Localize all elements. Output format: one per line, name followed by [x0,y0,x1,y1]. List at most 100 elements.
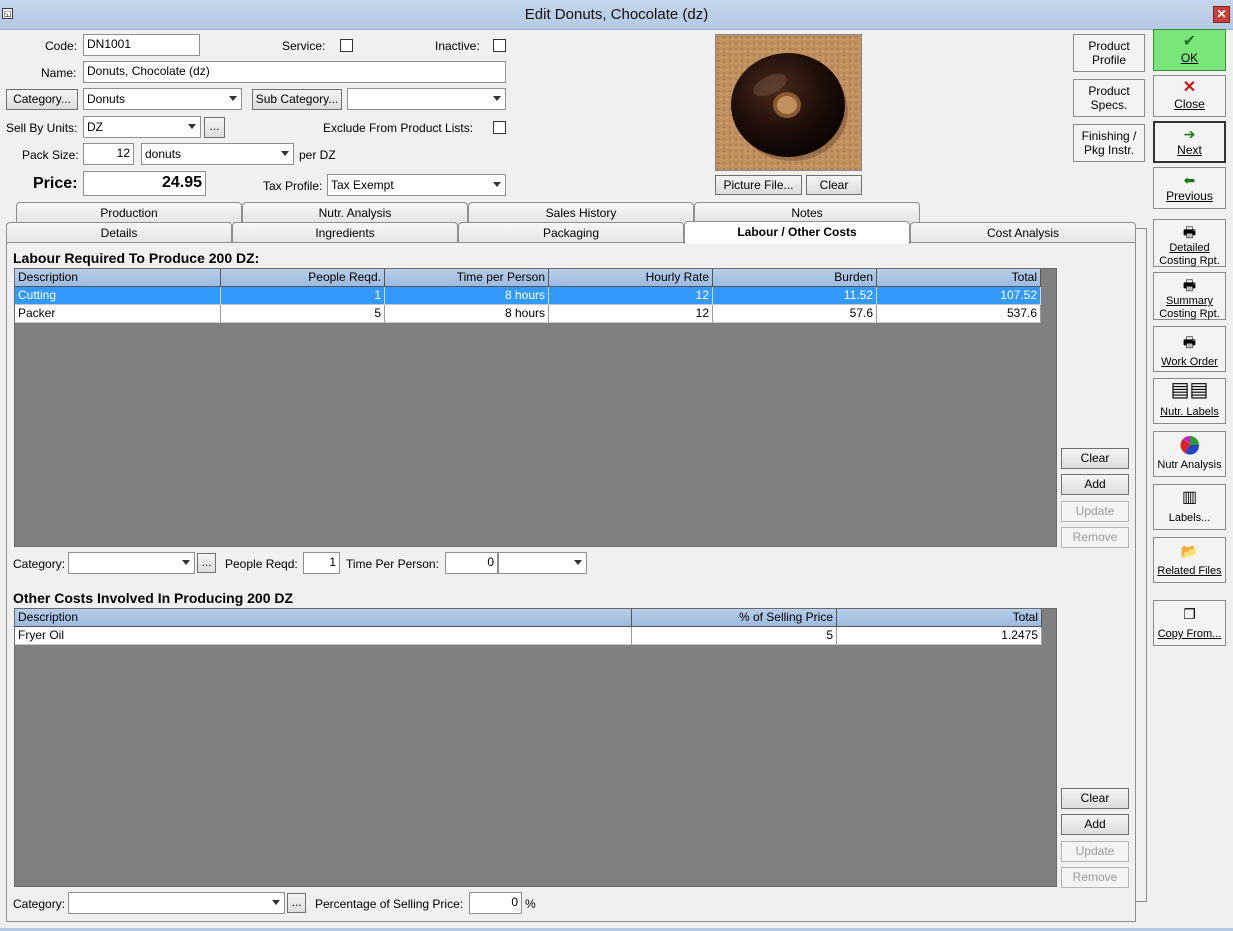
labour-clear-button[interactable]: Clear [1061,448,1129,469]
pack-unit-select[interactable]: donuts [141,143,294,165]
tab-cost-analysis[interactable]: Cost Analysis [910,222,1136,243]
table-row[interactable]: Fryer Oil 5 1.2475 [15,627,1042,645]
service-checkbox[interactable] [340,39,353,52]
tab-labour-other-costs[interactable]: Labour / Other Costs [684,221,910,244]
product-profile-button[interactable]: Product Profile [1073,34,1145,72]
printer-icon: 🖶 [1182,277,1197,293]
cell-total: 107.52 [877,287,1041,305]
people-reqd-label: People Reqd: [225,557,298,571]
labour-category-ellipsis-button[interactable]: ... [197,553,216,573]
labour-section-title: Labour Required To Produce 200 DZ: [13,250,260,266]
previous-button[interactable]: ⬅ Previous [1153,167,1226,209]
other-category-select[interactable] [68,892,285,914]
nutr-labels-button[interactable]: ▤▤ Nutr. Labels [1153,378,1226,424]
code-field[interactable]: DN1001 [83,34,200,56]
labour-grid[interactable]: Description People Reqd. Time per Person… [14,268,1057,547]
pack-size-label: Pack Size: [22,148,79,162]
summary-costing-button[interactable]: 🖶 Summary Costing Rpt. [1153,272,1226,320]
work-order-label: Work Order [1161,356,1218,368]
cell-description: Packer [15,305,221,323]
nutrition-label-icon: ▤▤ [1170,379,1209,401]
exclude-label: Exclude From Product Lists: [323,121,474,135]
title-bar: ◱ Edit Donuts, Chocolate (dz) ✕ [0,0,1233,30]
other-clear-button[interactable]: Clear [1061,788,1129,809]
tab-sales-history[interactable]: Sales History [468,202,694,223]
name-field[interactable]: Donuts, Chocolate (dz) [83,61,506,83]
tax-profile-select[interactable]: Tax Exempt [327,174,506,196]
next-button[interactable]: ➔ Next [1153,121,1226,163]
close-label: Close [1174,97,1205,111]
inactive-checkbox[interactable] [493,39,506,52]
chevron-down-icon [188,124,196,129]
col-time-per-person[interactable]: Time per Person [385,269,549,287]
table-row[interactable]: Packer 5 8 hours 12 57.6 537.6 [15,305,1041,323]
tab-notes[interactable]: Notes [694,202,920,223]
other-update-button[interactable]: Update [1061,841,1129,862]
price-field[interactable]: 24.95 [83,171,206,196]
time-unit-select[interactable] [498,552,587,574]
subcategory-select[interactable] [347,88,506,110]
other-category-ellipsis-button[interactable]: ... [287,893,306,913]
labour-add-button[interactable]: Add [1061,474,1129,495]
sell-by-ellipsis-button[interactable]: ... [204,117,225,138]
pct-selling-price-label: Percentage of Selling Price: [315,897,464,911]
detailed-costing-button[interactable]: 🖶 Detailed Costing Rpt. [1153,219,1226,267]
product-profile-label: Product Profile [1088,39,1130,67]
copy-from-button[interactable]: ❐ Copy From... [1153,600,1226,646]
window-close-button[interactable]: ✕ [1213,6,1230,23]
product-specs-label: Product Specs. [1088,84,1130,112]
picture-clear-button[interactable]: Clear [806,175,862,195]
col-description[interactable]: Description [15,609,632,627]
detailed-label-1: Detailed [1169,242,1210,254]
labels-label: Labels... [1168,512,1211,524]
pct-selling-price-field[interactable]: 0 [469,892,522,914]
category-button[interactable]: Category... [6,89,78,110]
next-arrow-icon: ➔ [1183,126,1196,142]
col-people-reqd[interactable]: People Reqd. [221,269,385,287]
col-burden[interactable]: Burden [713,269,877,287]
other-remove-button[interactable]: Remove [1061,867,1129,888]
table-row[interactable]: Cutting 1 8 hours 12 11.52 107.52 [15,287,1041,305]
cell-time-per-person: 8 hours [385,305,549,323]
finishing-button[interactable]: Finishing / Pkg Instr. [1073,124,1145,162]
time-per-person-field[interactable]: 0 [445,552,498,574]
related-files-button[interactable]: 📂 Related Files [1153,537,1226,583]
product-picture [715,34,862,171]
nutr-analysis-button[interactable]: Nutr Analysis [1153,431,1226,477]
labour-remove-button[interactable]: Remove [1061,527,1129,548]
sell-by-select[interactable]: DZ [83,116,201,138]
picture-file-button[interactable]: Picture File... [715,175,802,195]
other-costs-grid[interactable]: Description % of Selling Price Total Fry… [14,608,1057,887]
col-total[interactable]: Total [877,269,1041,287]
people-reqd-field[interactable]: 1 [303,552,340,574]
product-specs-button[interactable]: Product Specs. [1073,79,1145,117]
labels-button[interactable]: ▥ Labels... [1153,484,1226,530]
tab-packaging[interactable]: Packaging [458,222,684,243]
ok-button[interactable]: ✔ OK [1153,29,1226,71]
inactive-label: Inactive: [435,39,480,53]
barcode-icon: ▥ [1181,489,1198,506]
work-order-button[interactable]: 🖶 Work Order [1153,326,1226,372]
col-total[interactable]: Total [837,609,1042,627]
exclude-checkbox[interactable] [493,121,506,134]
col-description[interactable]: Description [15,269,221,287]
price-label: Price: [33,175,78,192]
tab-ingredients[interactable]: Ingredients [232,222,458,243]
close-button[interactable]: ✕ Close [1153,75,1226,117]
tab-production[interactable]: Production [16,202,242,223]
category-select[interactable]: Donuts [83,88,242,110]
col-hourly-rate[interactable]: Hourly Rate [549,269,713,287]
checkmark-icon: ✔ [1182,33,1197,50]
tab-details[interactable]: Details [6,222,232,243]
pie-chart-graphic [1180,435,1199,455]
category-select-value: Donuts [87,92,126,106]
tax-profile-label: Tax Profile: [263,179,323,193]
labour-category-select[interactable] [68,552,195,574]
subcategory-button[interactable]: Sub Category... [252,89,342,110]
other-add-button[interactable]: Add [1061,814,1129,835]
tab-nutr-analysis[interactable]: Nutr. Analysis [242,202,468,223]
col-pct-selling-price[interactable]: % of Selling Price [632,609,837,627]
labour-update-button[interactable]: Update [1061,501,1129,522]
tax-profile-value: Tax Exempt [331,178,394,192]
pack-size-field[interactable]: 12 [83,143,134,165]
